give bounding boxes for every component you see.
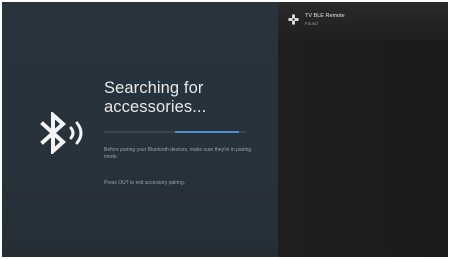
exit-hint: Press OUT to exit accessory pairing. (104, 180, 186, 186)
pairing-screen: Searching for accessories... Before pair… (2, 2, 448, 257)
device-list-panel (278, 2, 448, 257)
pairing-instructions: Before pairing your Bluetooth devices, m… (104, 147, 252, 160)
search-progress-bar (104, 131, 246, 133)
gamepad-icon (288, 14, 299, 25)
device-name: TV BLE Remote (305, 13, 345, 19)
device-list-item[interactable]: TV BLE Remote Found (288, 10, 438, 32)
device-status: Found (305, 21, 318, 26)
pairing-info-panel: Searching for accessories... Before pair… (2, 2, 278, 257)
search-progress-fill (175, 131, 239, 133)
page-title: Searching for accessories... (104, 79, 207, 116)
bluetooth-searching-icon (40, 112, 83, 154)
